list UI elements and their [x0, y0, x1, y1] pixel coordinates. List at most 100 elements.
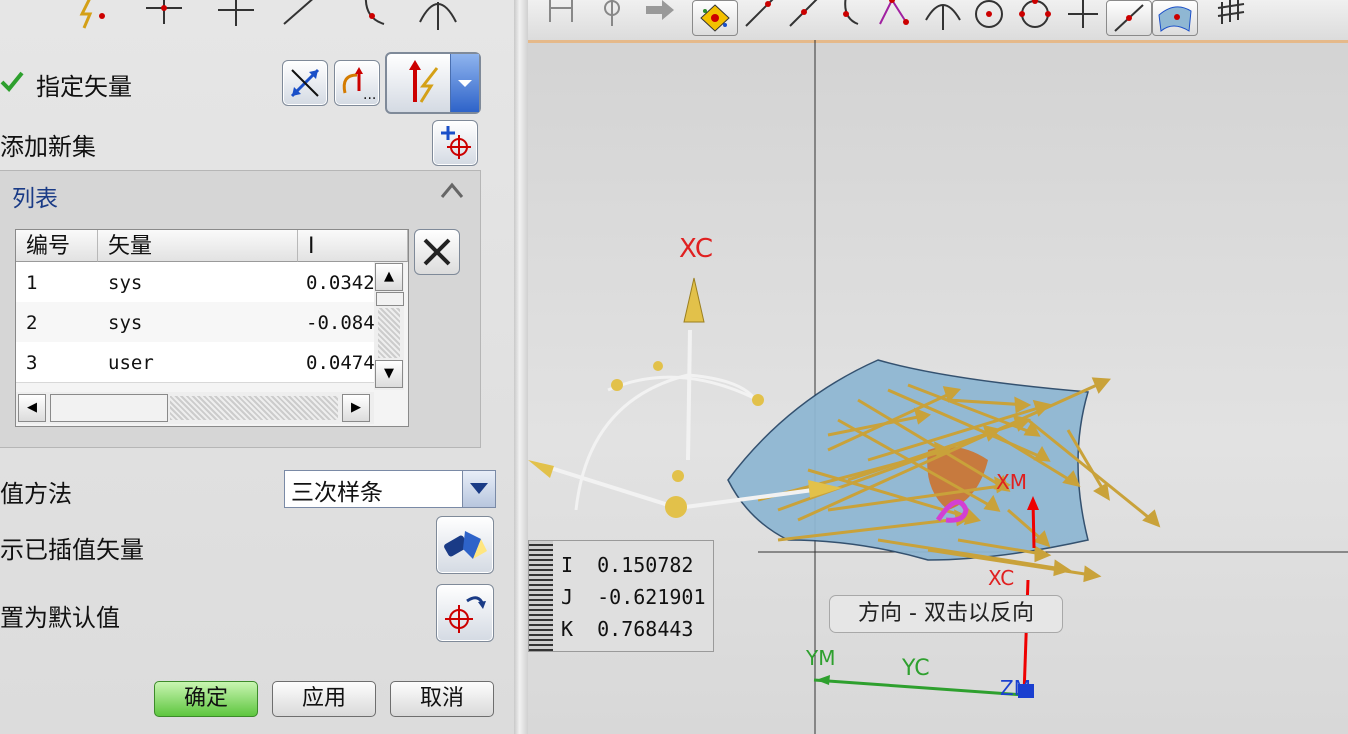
show-interp-button[interactable] [436, 516, 494, 574]
spline-pole-icon[interactable] [874, 0, 916, 36]
add-new-set-label: 添加新集 [0, 133, 96, 161]
endpoint-icon[interactable] [740, 0, 782, 36]
flashlight-icon [444, 531, 487, 559]
cancel-button[interactable]: 取消 [390, 681, 494, 717]
xc-small-axis-label: XC [988, 566, 1015, 590]
lightning-point-icon[interactable] [72, 0, 118, 34]
readout-i-label: I [561, 553, 574, 577]
snap-midpoint-icon[interactable] [784, 0, 826, 36]
row-i-value: 0.0474 [306, 352, 374, 374]
ym-axis-label: YM [806, 646, 836, 670]
table-row[interactable]: 2 sys -0.084 [16, 302, 374, 343]
point-constructor-icon[interactable] [592, 0, 634, 36]
panel-splitter[interactable] [514, 0, 528, 734]
intersection-icon[interactable] [214, 0, 260, 34]
point-on-curve-button[interactable] [1106, 0, 1152, 36]
apply-button[interactable]: 应用 [272, 681, 376, 717]
vector-readout-panel: I 0.150782 J -0.621901 K 0.768443 [528, 540, 714, 652]
show-interp-label: 示已插值矢量 [0, 536, 144, 564]
rotate-handle-arc[interactable] [574, 373, 760, 511]
point-on-curve-icon [1114, 4, 1144, 32]
scroll-up-button[interactable]: ▲ [375, 263, 403, 291]
row-i-value: 0.0342 [306, 272, 374, 294]
point-on-face-button[interactable] [1152, 0, 1198, 36]
reset-default-label: 置为默认值 [0, 604, 120, 632]
auto-vector-icon [409, 60, 439, 103]
readout-j-value: -0.621901 [597, 585, 706, 609]
row-vector: sys [108, 272, 143, 294]
row-vector: user [108, 352, 154, 374]
row-vector: sys [108, 312, 143, 334]
add-new-set-button[interactable] [432, 120, 478, 166]
readout-i-value: 0.150782 [597, 553, 694, 577]
quadrant-icon[interactable] [1014, 0, 1056, 36]
scroll-down-button[interactable]: ▼ [375, 360, 403, 388]
line-icon[interactable] [280, 0, 326, 34]
point-on-face-icon [1158, 6, 1192, 32]
reset-icon [445, 596, 486, 633]
svg-text:...: ... [363, 87, 376, 103]
arc-center-icon[interactable] [922, 0, 964, 36]
chevron-down-icon[interactable] [450, 54, 479, 112]
scroll-right-button[interactable]: ▶ [342, 394, 370, 422]
column-header-number[interactable]: 编号 [16, 230, 98, 262]
midpoint-icon[interactable] [142, 0, 188, 34]
vector-type-dropdown[interactable] [385, 52, 481, 114]
circle-center-icon[interactable] [968, 0, 1010, 36]
readout-k-value: 0.768443 [597, 617, 694, 641]
snap-point-toolbar [528, 0, 1348, 43]
scroll-track[interactable] [378, 308, 400, 358]
hscroll-thumb[interactable] [50, 394, 168, 422]
chevron-down-icon[interactable] [462, 471, 495, 507]
scroll-thumb[interactable] [376, 292, 404, 306]
drag-handle-icon[interactable] [529, 541, 553, 651]
list-section: 列表 编号 矢量 I 1 sys 0.0342 2 sys -0.084 3 u… [0, 170, 481, 448]
row-number: 2 [26, 312, 38, 334]
interp-method-label: 值方法 [0, 480, 72, 508]
chevron-up-icon[interactable] [440, 179, 464, 207]
row-i-value: -0.084 [306, 312, 374, 334]
reset-default-button[interactable] [436, 584, 494, 642]
curve-point-icon[interactable] [354, 0, 400, 34]
column-header-i[interactable]: I [298, 230, 408, 262]
control-point-icon[interactable] [828, 0, 870, 36]
table-row[interactable]: 3 user 0.0474 [16, 342, 374, 383]
snap-enable-icon [700, 4, 730, 32]
vector-dialog-button[interactable] [282, 60, 328, 106]
interp-method-select[interactable]: 三次样条 [284, 470, 496, 508]
grid-icon[interactable] [1212, 0, 1254, 36]
existing-point-icon[interactable] [1062, 0, 1104, 36]
row-number: 3 [26, 352, 38, 374]
readout-j-label: J [561, 585, 574, 609]
scroll-left-button[interactable]: ◀ [18, 394, 46, 422]
vertical-scrollbar[interactable]: ▲ ▼ [374, 262, 404, 390]
xc-axis-label: XC [679, 234, 714, 264]
snap-toolbar [0, 0, 514, 40]
readout-k: K 0.768443 [561, 617, 693, 641]
table-row[interactable]: 1 sys 0.0342 [16, 262, 374, 303]
vector-constructor-button[interactable]: ... [334, 60, 380, 106]
snap-toggle-button[interactable] [692, 0, 738, 36]
column-header-vector[interactable]: 矢量 [98, 230, 298, 262]
horizontal-scrollbar[interactable]: ◀ ▶ [16, 392, 374, 424]
reverse-direction-icon [290, 68, 320, 98]
ok-button[interactable]: 确定 [154, 681, 258, 717]
direction-tooltip: 方向 - 双击以反向 [829, 595, 1063, 633]
readout-i: I 0.150782 [561, 553, 693, 577]
interp-method-value: 三次样条 [291, 480, 383, 506]
remove-item-button[interactable] [414, 229, 460, 275]
vector-list-table: 编号 矢量 I 1 sys 0.0342 2 sys -0.084 3 user… [15, 229, 409, 427]
yc-axis-label: YC [902, 656, 930, 681]
row-number: 1 [26, 272, 38, 294]
arc-icon[interactable] [416, 0, 462, 34]
vector-dialog: 指定矢量 ... 添加新集 列表 编号 矢量 I 1 sys 0.0342 2 … [0, 0, 514, 734]
origin-handle[interactable] [665, 496, 687, 518]
specify-vector-label: 指定矢量 [36, 73, 132, 101]
grid-snap-icon[interactable] [542, 0, 584, 36]
xc-direction-cone[interactable] [683, 277, 705, 323]
vector-constructor-icon: ... [342, 67, 376, 103]
arrow-right-icon[interactable] [640, 0, 682, 36]
hscroll-track[interactable] [170, 396, 338, 420]
readout-k-label: K [561, 617, 574, 641]
check-icon [0, 71, 24, 92]
